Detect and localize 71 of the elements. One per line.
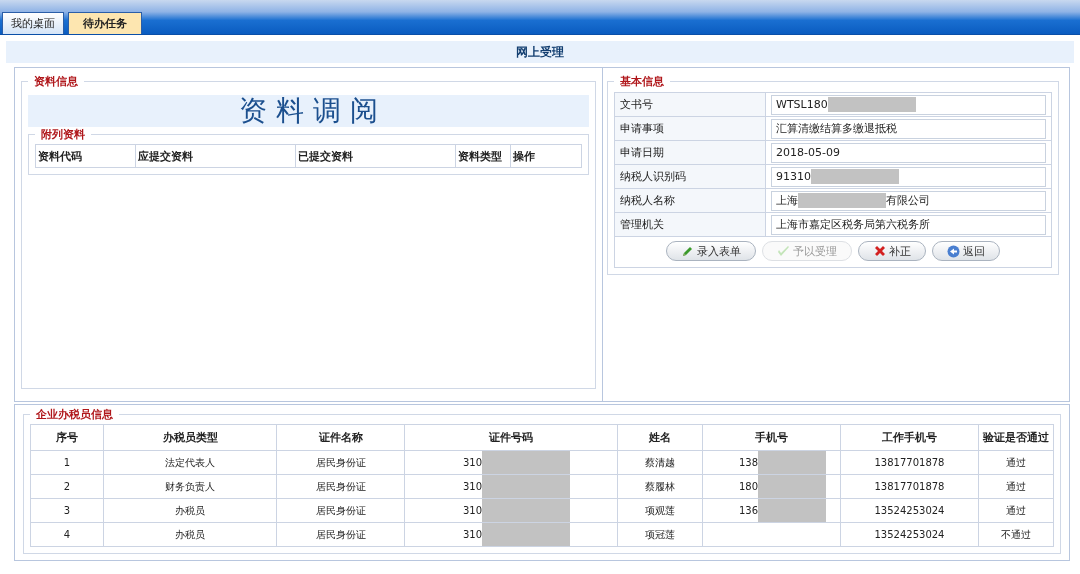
column-header: 资料代码 — [35, 144, 136, 168]
table-cell: 13524253024 — [840, 498, 979, 523]
table-cell: 通过 — [978, 498, 1054, 523]
table-cell: 3 — [30, 498, 104, 523]
button[interactable]: 返回 — [932, 241, 1000, 261]
field-value: WTSL180 — [776, 98, 828, 111]
table-cell: 310 — [463, 529, 483, 540]
section-title: 附列资料 — [41, 128, 85, 141]
table-cell: 310 — [463, 505, 483, 516]
field-value: 上海市嘉定区税务局第六税务所 — [776, 217, 930, 232]
page-title: 网上受理 — [516, 43, 564, 61]
column-header: 证件名称 — [276, 424, 405, 451]
table-cell: 居民身份证 — [276, 450, 405, 475]
field-value: 有限公司 — [886, 193, 930, 208]
table-cell: 办税员 — [103, 498, 277, 523]
table-cell: 136 — [739, 505, 759, 516]
table-cell: 项观莲 — [617, 498, 703, 523]
table-cell: 居民身份证 — [276, 498, 405, 523]
column-header: 办税员类型 — [103, 424, 277, 451]
field-label: 纳税人识别码 — [614, 164, 766, 189]
field-label: 纳税人名称 — [614, 188, 766, 213]
pencil-icon — [681, 244, 694, 258]
field-label: 申请事项 — [614, 116, 766, 141]
table-cell: 通过 — [978, 450, 1054, 475]
button[interactable]: 补正 — [858, 241, 926, 261]
table-cell: 4 — [30, 522, 104, 547]
column-header: 验证是否通过 — [978, 424, 1054, 451]
table-cell: 通过 — [978, 474, 1054, 499]
column-header: 应提交资料 — [135, 144, 296, 168]
table-cell: 居民身份证 — [276, 474, 405, 499]
field-label: 申请日期 — [614, 140, 766, 165]
field-value: 上海 — [776, 193, 798, 208]
table-cell: 蔡履林 — [617, 474, 703, 499]
field-label: 文书号 — [614, 92, 766, 117]
column-header: 证件号码 — [404, 424, 618, 451]
table-cell: 蔡清越 — [617, 450, 703, 475]
table-cell: 财务负责人 — [103, 474, 277, 499]
column-header: 手机号 — [702, 424, 841, 451]
table-cell: 不通过 — [978, 522, 1054, 547]
table-cell: 办税员 — [103, 522, 277, 547]
field-value: 91310 — [776, 170, 811, 183]
column-header: 已提交资料 — [295, 144, 456, 168]
column-header: 工作手机号 — [840, 424, 979, 451]
banner-title: 资 料 调 阅 — [239, 93, 378, 129]
field-value: 汇算清缴结算多缴退抵税 — [776, 121, 897, 136]
table-cell: 180 — [739, 481, 759, 492]
table-cell: 310 — [463, 457, 483, 468]
column-header: 资料类型 — [455, 144, 511, 168]
table-cell: 310 — [463, 481, 483, 492]
section-title: 资料信息 — [34, 75, 78, 88]
field-value: 2018-05-09 — [776, 146, 840, 159]
cross-icon — [873, 244, 886, 258]
field-label: 管理机关 — [614, 212, 766, 237]
section-title: 基本信息 — [620, 75, 664, 88]
table-cell: 项冠莲 — [617, 522, 703, 547]
column-header: 操作 — [510, 144, 582, 168]
table-cell: 居民身份证 — [276, 522, 405, 547]
table-cell: 138 — [739, 457, 759, 468]
check-icon — [777, 244, 790, 258]
table-cell: 13817701878 — [840, 450, 979, 475]
column-header: 姓名 — [617, 424, 703, 451]
table-cell: 13817701878 — [840, 474, 979, 499]
table-cell: 1 — [30, 450, 104, 475]
tab[interactable]: 待办任务 — [68, 12, 142, 34]
table-cell: 13524253024 — [840, 522, 979, 547]
column-header: 序号 — [30, 424, 104, 451]
section-title: 企业办税员信息 — [36, 408, 113, 421]
button[interactable]: 录入表单 — [666, 241, 756, 261]
table-cell: 2 — [30, 474, 104, 499]
tab[interactable]: 我的桌面 — [2, 12, 64, 34]
table-cell: 法定代表人 — [103, 450, 277, 475]
